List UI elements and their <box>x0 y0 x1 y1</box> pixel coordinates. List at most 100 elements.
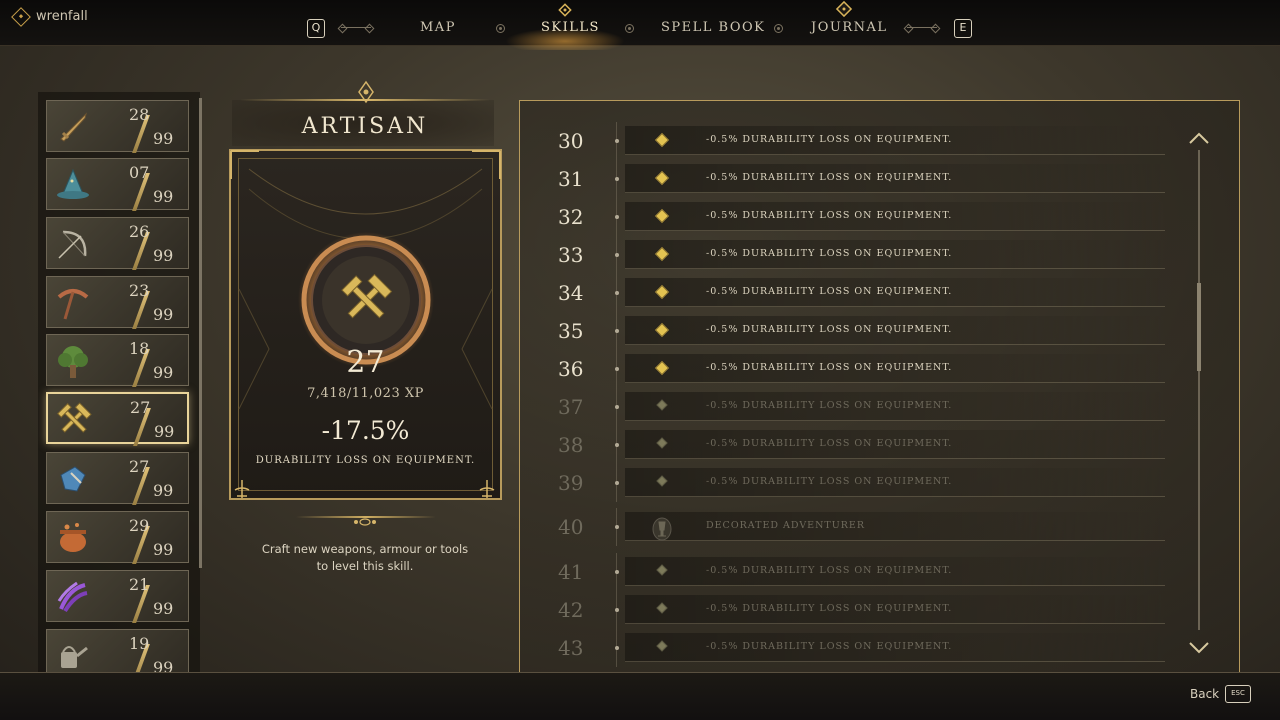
hammer-icon <box>56 402 92 438</box>
row-tick <box>615 139 619 143</box>
row-tick <box>615 215 619 219</box>
skill-list-item[interactable]: 27 99 <box>46 452 189 505</box>
row-tick <box>615 367 619 371</box>
player-badge: wrenfall <box>11 6 88 27</box>
cauldron-icon <box>55 520 91 556</box>
skill-max-level: 99 <box>153 658 174 672</box>
reward-level-number: 41 <box>558 560 584 584</box>
title-crest-icon <box>355 80 377 110</box>
reward-description: DECORATED ADVENTURER <box>706 520 866 531</box>
reward-level-number: 43 <box>558 636 584 660</box>
skill-list-item[interactable]: 28 99 <box>46 100 189 153</box>
skill-level-value: 21 <box>129 575 150 594</box>
skill-list-item[interactable]: 21 99 <box>46 570 189 623</box>
next-tab-key[interactable]: E <box>954 19 972 38</box>
row-tick <box>615 253 619 257</box>
reward-description: -0.5% DURABILITY LOSS ON EQUIPMENT. <box>706 286 953 297</box>
level-reward-row[interactable]: 35 -0.5% DURABILITY LOSS ON EQUIPMENT. <box>520 312 1220 350</box>
skill-max-level: 99 <box>153 305 174 324</box>
scroll-down-chevron-icon[interactable] <box>1188 640 1210 654</box>
skill-level-value: 26 <box>129 222 150 241</box>
level-reward-row[interactable]: 43 -0.5% DURABILITY LOSS ON EQUIPMENT. <box>520 629 1220 667</box>
reward-level-number: 30 <box>558 129 584 153</box>
watering-can-icon <box>55 638 91 672</box>
level-reward-row[interactable]: 36 -0.5% DURABILITY LOSS ON EQUIPMENT. <box>520 350 1220 388</box>
skill-total-bonus: -17.5% <box>321 416 410 445</box>
prev-tab-key[interactable]: Q <box>307 19 325 38</box>
skill-max-level: 99 <box>153 187 174 206</box>
skill-effect-label: DURABILITY LOSS ON EQUIPMENT. <box>255 455 476 466</box>
level-reward-row[interactable]: 33 -0.5% DURABILITY LOSS ON EQUIPMENT. <box>520 236 1220 274</box>
tab-separator <box>774 24 783 33</box>
skill-current-level: 27 <box>346 345 385 380</box>
reward-level-number: 38 <box>558 433 584 457</box>
reward-description: -0.5% DURABILITY LOSS ON EQUIPMENT. <box>706 400 953 411</box>
level-reward-row[interactable]: 31 -0.5% DURABILITY LOSS ON EQUIPMENT. <box>520 160 1220 198</box>
scroll-up-chevron-icon[interactable] <box>1188 130 1210 144</box>
reward-level-number: 31 <box>558 167 584 191</box>
reward-description: -0.5% DURABILITY LOSS ON EQUIPMENT. <box>706 172 953 183</box>
level-reward-row[interactable]: 38 -0.5% DURABILITY LOSS ON EQUIPMENT. <box>520 426 1220 464</box>
sword-icon <box>55 109 91 145</box>
active-tab-marker-icon <box>558 2 572 21</box>
tab-skills[interactable]: SKILLS <box>541 20 600 35</box>
trophy-milestone-icon <box>652 516 672 542</box>
row-tick <box>615 177 619 181</box>
back-key[interactable]: ESC <box>1225 685 1251 703</box>
diamond-emblem-icon <box>11 6 31 27</box>
skill-list-item[interactable]: 07 99 <box>46 158 189 211</box>
level-reward-row[interactable]: 34 -0.5% DURABILITY LOSS ON EQUIPMENT. <box>520 274 1220 312</box>
reward-description: -0.5% DURABILITY LOSS ON EQUIPMENT. <box>706 362 953 373</box>
reward-level-number: 39 <box>558 471 584 495</box>
levels-scroll-track[interactable] <box>1198 150 1200 630</box>
skill-list-item[interactable]: 18 99 <box>46 334 189 387</box>
skill-level-value: 28 <box>129 105 150 124</box>
level-reward-row[interactable]: 41 -0.5% DURABILITY LOSS ON EQUIPMENT. <box>520 553 1220 591</box>
skill-level-value: 23 <box>129 281 150 300</box>
reward-description: -0.5% DURABILITY LOSS ON EQUIPMENT. <box>706 641 953 652</box>
skill-list-item[interactable]: 27 99 <box>46 392 189 446</box>
level-reward-row[interactable]: 37 -0.5% DURABILITY LOSS ON EQUIPMENT. <box>520 388 1220 426</box>
reward-level-number: 40 <box>558 515 584 539</box>
skill-max-level: 99 <box>153 540 174 559</box>
skill-list: 28 99 07 99 26 99 23 99 18 99 27 99 27 99 29 99 21 99 19 99 <box>38 92 200 672</box>
level-reward-row[interactable]: 32 -0.5% DURABILITY LOSS ON EQUIPMENT. <box>520 198 1220 236</box>
skill-level-value: 29 <box>129 516 150 535</box>
reward-level-number: 32 <box>558 205 584 229</box>
skill-max-level: 99 <box>153 481 174 500</box>
level-reward-row[interactable]: 30 -0.5% DURABILITY LOSS ON EQUIPMENT. <box>520 122 1220 160</box>
skill-list-item[interactable]: 19 99 <box>46 629 189 672</box>
reward-description: -0.5% DURABILITY LOSS ON EQUIPMENT. <box>706 476 953 487</box>
milestone-reward-row[interactable]: 40 DECORATED ADVENTURER <box>520 508 1220 546</box>
row-tick <box>615 608 619 612</box>
row-tick <box>615 525 619 529</box>
tab-map[interactable]: MAP <box>420 20 456 35</box>
row-tick <box>615 481 619 485</box>
levels-scroll-thumb[interactable] <box>1197 283 1201 371</box>
row-tick <box>615 646 619 650</box>
skill-list-item[interactable]: 26 99 <box>46 217 189 270</box>
level-reward-row[interactable]: 39 -0.5% DURABILITY LOSS ON EQUIPMENT. <box>520 464 1220 502</box>
tab-separator <box>496 24 505 33</box>
row-tick <box>615 291 619 295</box>
reward-description: -0.5% DURABILITY LOSS ON EQUIPMENT. <box>706 565 953 576</box>
wizard-hat-icon <box>55 167 91 203</box>
skill-title: ARTISAN <box>301 114 429 139</box>
bottom-bar <box>0 672 1280 720</box>
skill-max-level: 99 <box>153 129 174 148</box>
skill-max-level: 99 <box>153 599 174 618</box>
level-reward-row[interactable]: 42 -0.5% DURABILITY LOSS ON EQUIPMENT. <box>520 591 1220 629</box>
skill-list-scrollbar[interactable] <box>199 98 202 568</box>
skill-list-item[interactable]: 29 99 <box>46 511 189 564</box>
row-tick <box>615 405 619 409</box>
skill-list-item[interactable]: 23 99 <box>46 276 189 329</box>
skill-level-value: 18 <box>129 339 150 358</box>
reward-level-number: 42 <box>558 598 584 622</box>
key-ornament <box>341 27 371 28</box>
tab-spell-book[interactable]: SPELL BOOK <box>661 20 765 35</box>
back-button-label[interactable]: Back <box>1190 687 1219 701</box>
level-rewards-panel: 30 -0.5% DURABILITY LOSS ON EQUIPMENT. 31 -… <box>519 100 1240 672</box>
skill-max-level: 99 <box>154 422 175 441</box>
skill-description: Craft new weapons, armour or tools to le… <box>261 542 469 573</box>
tab-journal[interactable]: JOURNAL <box>811 20 888 35</box>
